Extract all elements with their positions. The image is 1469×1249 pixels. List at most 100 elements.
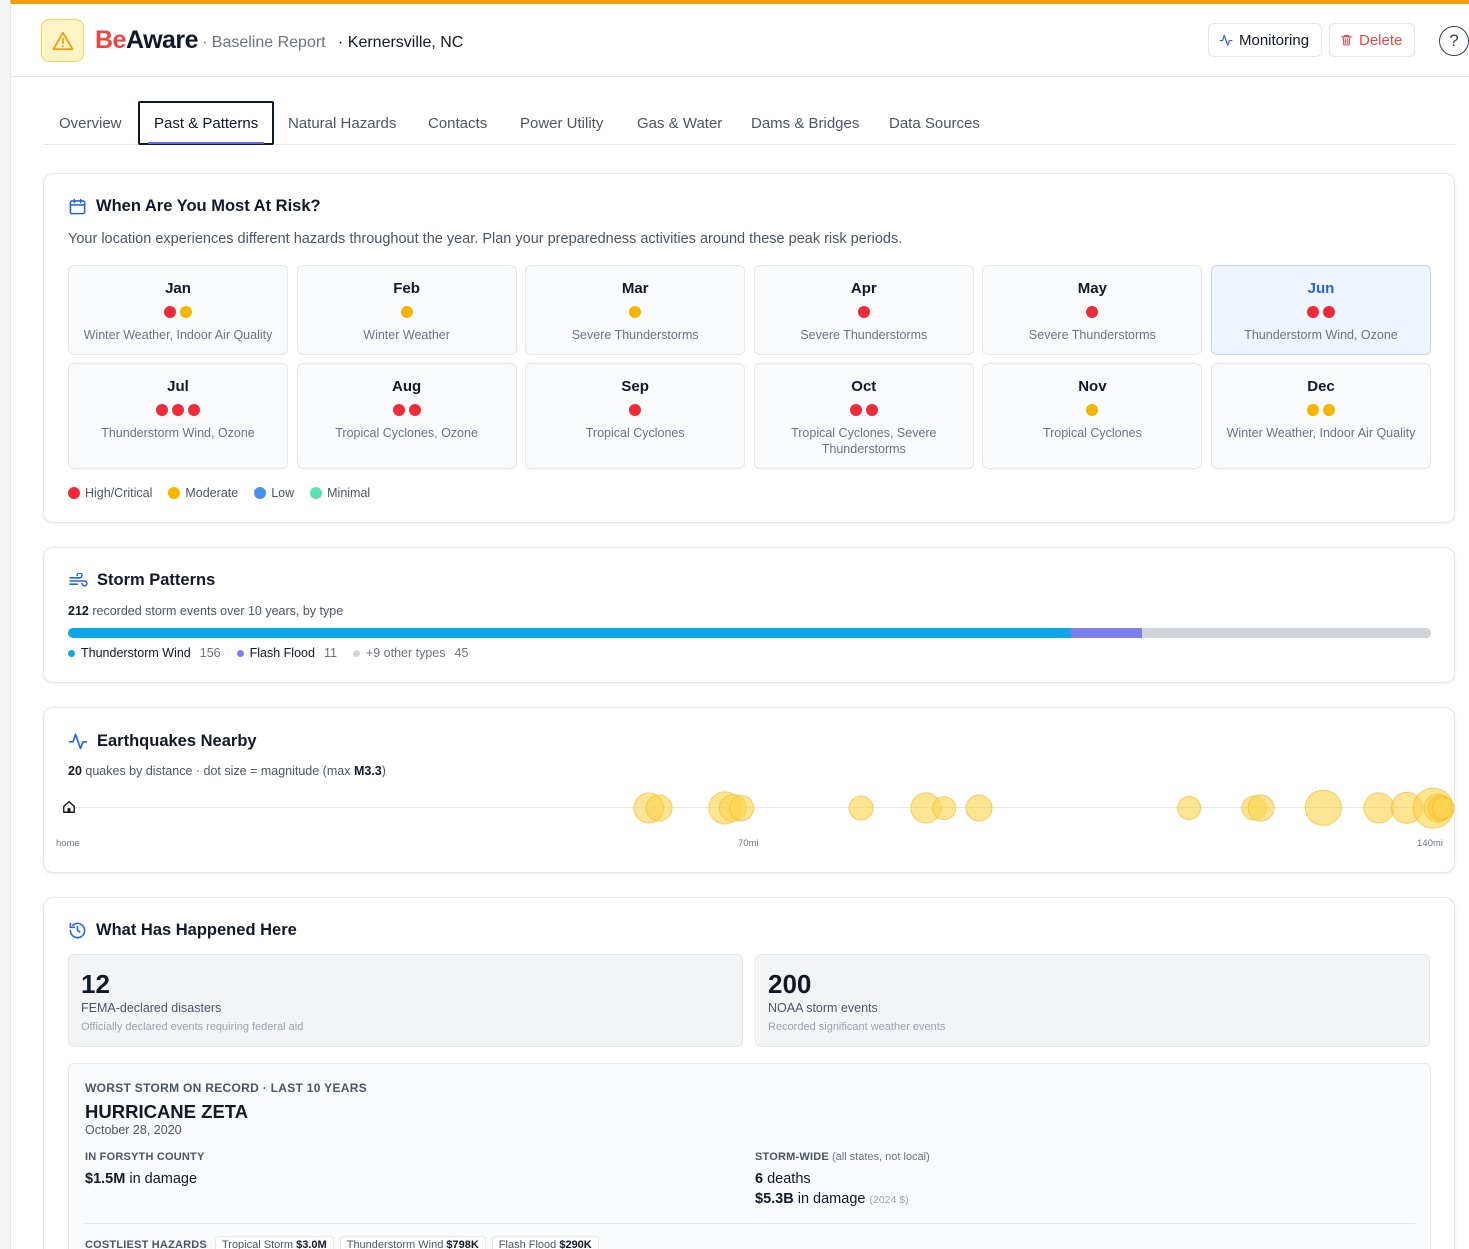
month-card-jul[interactable]: Jul Thunderstorm Wind, Ozone [68,363,288,469]
risk-legend: High/Critical Moderate Low Minimal [68,486,370,500]
calendar-icon [69,198,86,215]
quake-dot[interactable] [1247,794,1275,822]
brand-be: Be [95,26,126,54]
risk-dot-moderate [1086,404,1099,416]
tab-natural-hazards[interactable]: Natural Hazards [288,101,396,145]
month-card-oct[interactable]: Oct Tropical Cyclones, Severe Thunderstor… [753,363,974,469]
fema-stat: 12 FEMA-declared disasters Officially de… [68,954,743,1047]
hazard-chip-label: Flash Flood [498,1239,560,1249]
legend-item-minimal: Minimal [310,486,370,500]
fema-label: FEMA-declared disasters [81,1001,222,1015]
hazard-chip-value: $290K [559,1239,592,1249]
month-card-may[interactable]: May Severe Thunderstorms [982,265,1203,355]
delete-button[interactable]: Delete [1329,23,1415,57]
storm-type-legend: Thunderstorm Wind 156 Flash Flood 11 +9 othe… [68,646,468,660]
month-name: Jan [165,280,191,297]
tab-data-sources[interactable]: Data Sources [889,101,980,145]
month-card-dec[interactable]: Dec Winter Weather, Indoor Air Quality [1211,363,1431,469]
hazard-chip: Flash Flood $290K [491,1236,599,1249]
quake-dot[interactable] [1304,789,1342,827]
local-heading: IN FORSYTH COUNTY [85,1151,205,1163]
month-card-feb[interactable]: Feb Winter Weather [296,265,517,355]
deaths-value: 6 [755,1171,764,1187]
risk-dots [1212,404,1430,416]
history-clock-icon [69,922,86,939]
storm-bar-segment-flashflood [1070,628,1142,638]
quake-dot[interactable] [1431,796,1455,820]
tab-overview[interactable]: Overview [59,101,122,145]
storm-wide-heading-text: STORM-WIDE [755,1151,829,1163]
risk-dot-moderate [400,306,413,318]
risk-dot-moderate [180,306,192,318]
quake-subtitle-end: ) [381,764,386,778]
risk-dot-high [865,404,878,416]
month-card-mar[interactable]: Mar Severe Thunderstorms [525,265,746,355]
quake-card-title: Earthquakes Nearby [68,731,257,751]
legend-dot-low [254,487,267,499]
divider [85,1223,1415,1224]
report-location: · Kernersville, NC [338,34,464,51]
quake-dot[interactable] [849,795,874,821]
local-damage-suffix: in damage [125,1171,198,1187]
tab-contacts[interactable]: Contacts [428,101,487,145]
fema-count: 12 [81,969,110,999]
quake-dot[interactable] [728,795,755,821]
earthquakes-card: Earthquakes Nearby 20 quakes by distance… [43,707,1455,873]
storm-wide-heading: STORM-WIDE (all states, not local) [755,1151,930,1163]
month-name: Nov [1078,378,1107,395]
noaa-note: Recorded significant weather events [768,1021,946,1033]
month-hazards: Tropical Cyclones, Ozone [335,426,478,440]
hazard-chip: Tropical Storm $3.0M [214,1236,334,1249]
risk-calendar-card: When Are You Most At Risk? Your location… [43,173,1455,523]
risk-dots [69,404,287,416]
risk-dot-moderate [629,306,642,318]
hazard-chip-value: $3.0M [296,1239,327,1249]
legend-label: Minimal [327,486,371,500]
storm-legend-dot [68,649,75,657]
tab-bar: Overview Past & Patterns Natural Hazards… [43,101,1455,145]
legend-label: Moderate [185,486,239,500]
risk-dot-high [408,404,421,416]
month-card-apr[interactable]: Apr Severe Thunderstorms [753,265,974,355]
legend-dot-moderate [168,487,181,499]
tab-past-patterns[interactable]: Past & Patterns [138,101,275,145]
quake-dot[interactable] [1176,796,1201,820]
help-icon[interactable]: ? [1439,26,1469,56]
quake-dot[interactable] [932,796,957,820]
risk-dots [755,404,973,416]
quake-dot[interactable] [965,794,993,822]
storm-wide-deaths: 6 deaths [755,1171,811,1187]
axis-label-mid: 70mi [738,838,759,849]
risk-dot-high [1323,306,1335,318]
month-hazards: Thunderstorm Wind, Ozone [101,426,255,440]
quake-dot[interactable] [645,794,673,822]
month-hazards: Severe Thunderstorms [800,328,928,342]
risk-dots [69,306,287,318]
hazard-chip-label: Tropical Storm [221,1239,297,1249]
noaa-label: NOAA storm events [768,1001,878,1015]
deaths-suffix: deaths [763,1171,811,1187]
month-card-jan[interactable]: Jan Winter Weather, Indoor Air Quality [68,265,288,355]
month-card-aug[interactable]: Aug Tropical Cyclones, Ozone [296,363,517,469]
worst-storm-date: October 28, 2020 [85,1123,182,1137]
monitoring-button[interactable]: Monitoring [1208,23,1322,57]
report-type: · Baseline Report [202,34,326,51]
legend-item-high: High/Critical [68,486,152,500]
storm-total: 212 [68,604,89,618]
storm-bar-segment-other [1141,628,1431,638]
storm-title-text: Storm Patterns [97,571,216,589]
local-damage-value: $1.5M [85,1171,126,1187]
storm-subtitle: 212 recorded storm events over 10 years,… [68,604,343,618]
month-name: Jul [167,378,189,395]
wind-icon [69,572,88,587]
month-card-sep[interactable]: Sep Tropical Cyclones [525,363,746,469]
month-card-nov[interactable]: Nov Tropical Cyclones [982,363,1203,469]
tab-power-utility[interactable]: Power Utility [520,101,603,145]
risk-dot-high [156,404,168,416]
risk-dot-high [1307,306,1319,318]
month-card-jun[interactable]: Jun Thunderstorm Wind, Ozone [1211,265,1431,355]
home-icon [63,801,75,813]
tab-gas-water[interactable]: Gas & Water [637,101,722,145]
tab-dams-bridges[interactable]: Dams & Bridges [751,101,859,145]
local-damage: $1.5M in damage [85,1171,197,1187]
